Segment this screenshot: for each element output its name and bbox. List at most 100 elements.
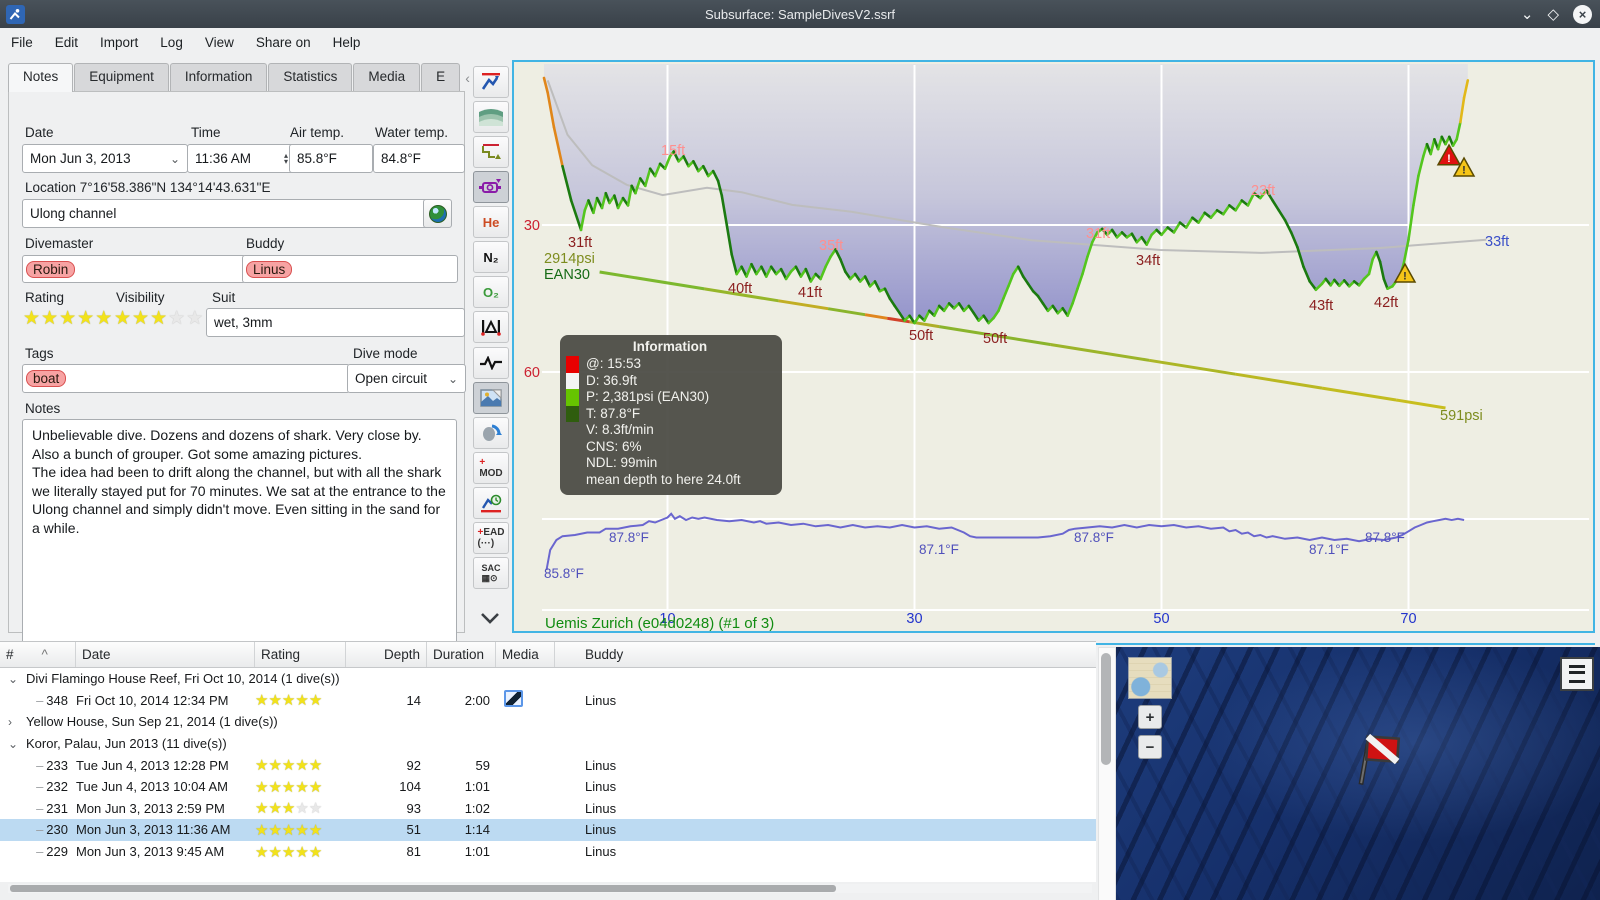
tissues-icon[interactable]: [473, 417, 509, 449]
tab-statistics[interactable]: Statistics: [268, 63, 353, 92]
photos-icon[interactable]: [473, 382, 509, 414]
divemaster-field[interactable]: Robin: [22, 255, 246, 283]
scrollbar-handle[interactable]: [1101, 653, 1111, 765]
expand-icon[interactable]: ›: [8, 715, 20, 729]
column-header-buddy[interactable]: Buddy: [555, 642, 1096, 667]
menu-view[interactable]: View: [194, 30, 245, 55]
collapse-icon[interactable]: ⌄: [8, 672, 20, 686]
column-header-date[interactable]: Date: [76, 642, 255, 667]
tab-information[interactable]: Information: [169, 63, 268, 92]
map-location-button[interactable]: [423, 199, 452, 228]
scroll-down-icon[interactable]: [473, 603, 507, 633]
dive-row-230[interactable]: –230 Mon Jun 3, 2013 11:36 AM ★★★★★ 51 1:14 L…: [0, 819, 1096, 841]
close-button[interactable]: ×: [1573, 4, 1592, 24]
svg-text:!: !: [1462, 165, 1466, 177]
date-combobox[interactable]: Mon Jun 3, 2013 ⌄: [22, 144, 188, 173]
water-temp-label: Water temp.: [375, 125, 449, 140]
map-menu-button[interactable]: [1560, 657, 1594, 691]
star-filled-icon: ★: [281, 757, 296, 775]
tab-media[interactable]: Media: [353, 63, 421, 92]
mini-map-overlay[interactable]: [1128, 657, 1172, 699]
tank-bar-icon[interactable]: [473, 171, 509, 203]
column-header-depth[interactable]: Depth: [346, 642, 427, 667]
dive-row-232[interactable]: –232 Tue Jun 4, 2013 10:04 AM ★★★★★ 104 1:01…: [0, 776, 1096, 798]
tab-notes[interactable]: Notes: [8, 63, 74, 92]
hamburger-icon: [1569, 665, 1585, 683]
water-temp-field[interactable]: 84.8°F: [373, 144, 465, 173]
tab-e[interactable]: E: [421, 63, 461, 92]
sac-rate-icon[interactable]: SAC ▦⊙: [473, 557, 509, 589]
tab-equipment[interactable]: Equipment: [74, 63, 169, 92]
notes-tab-body: Date Time Air temp. Water temp. Mon Jun …: [8, 91, 466, 645]
notes-textarea[interactable]: Unbelievable dive. Dozens and dozens of …: [22, 419, 457, 645]
dive-list-vertical-scrollbar[interactable]: [1098, 647, 1116, 900]
delta-icon[interactable]: [473, 311, 509, 343]
buddy-tag[interactable]: Linus: [246, 260, 293, 278]
scrollbar-handle[interactable]: [10, 885, 836, 892]
dive-row-231[interactable]: –231 Mon Jun 3, 2013 2:59 PM ★★★★★ 93 1:02 Li…: [0, 798, 1096, 820]
dive-computer-name: Uemis Zurich (e04d0248) (#1 of 3): [545, 615, 774, 631]
dive-flag-marker[interactable]: [1351, 730, 1409, 797]
star-empty-icon: ★: [186, 308, 205, 329]
spinner-arrows-icon[interactable]: ▴ ▾: [284, 151, 288, 165]
nitrogen-icon[interactable]: N₂: [473, 241, 509, 273]
menu-edit[interactable]: Edit: [44, 30, 89, 55]
air-temp-field[interactable]: 85.8°F: [289, 144, 373, 173]
window-title: Subsurface: SampleDivesV2.ssrf: [704, 6, 896, 22]
column-header-duration[interactable]: Duration: [427, 642, 496, 667]
dive-row-229[interactable]: –229 Mon Jun 3, 2013 9:45 AM ★★★★★ 81 1:01 Li…: [0, 841, 1096, 863]
dc-ceiling-icon[interactable]: [473, 136, 509, 168]
dive-row-233[interactable]: –233 Tue Jun 4, 2013 12:28 PM ★★★★★ 92 59 Lin…: [0, 754, 1096, 776]
window-controls: ⌄ ◇ ×: [1521, 0, 1592, 28]
trip-label: Yellow House, Sun Sep 21, 2014 (1 dive(s…: [26, 714, 278, 730]
map-zoom-in-button[interactable]: +: [1138, 705, 1162, 729]
star-filled-icon: ★: [255, 692, 269, 710]
location-field[interactable]: Ulong channel: [22, 199, 432, 228]
tag-pill[interactable]: boat: [26, 370, 67, 387]
mod-icon[interactable]: + MOD: [473, 452, 509, 484]
minimize-button[interactable]: ⌄: [1521, 7, 1534, 22]
maximize-button[interactable]: ◇: [1547, 7, 1559, 22]
column-header-media[interactable]: Media: [496, 642, 555, 667]
rating-stars[interactable]: ★★★★★: [23, 307, 113, 330]
divemaster-tag[interactable]: Robin: [26, 260, 76, 278]
menu-file[interactable]: File: [0, 30, 44, 55]
svg-text:43ft: 43ft: [1309, 298, 1333, 314]
dive-site-map[interactable]: + −: [1116, 647, 1600, 900]
media-photo-icon[interactable]: [504, 690, 523, 708]
dive-row-348[interactable]: –348 Fri Oct 10, 2014 12:34 PM ★★★★★ 14 2:00…: [0, 690, 1096, 712]
heliox-icon[interactable]: He: [473, 206, 509, 238]
deco-time-icon[interactable]: [473, 487, 509, 519]
ead-icon[interactable]: +EAD (···): [473, 522, 509, 554]
tags-field[interactable]: boat: [22, 364, 350, 393]
info-row: D: 36.9ft: [566, 372, 774, 389]
dive-list-horizontal-scrollbar[interactable]: [8, 884, 1092, 893]
menu-help[interactable]: Help: [322, 30, 372, 55]
visibility-stars[interactable]: ★★★★★: [114, 307, 204, 330]
oxygen-icon[interactable]: O₂: [473, 276, 509, 308]
star-filled-icon: ★: [281, 778, 296, 796]
menu-import[interactable]: Import: [89, 30, 149, 55]
profile-toolbar: He N₂ O₂ + MOD +EAD (···) SAC ▦⊙: [468, 60, 512, 635]
trip-row[interactable]: › Yellow House, Sun Sep 21, 2014 (1 dive(…: [0, 711, 1096, 733]
trip-row[interactable]: ⌄ Divi Flamingo House Reef, Fri Oct 10, 2…: [0, 668, 1096, 690]
buddy-field[interactable]: Linus: [242, 255, 458, 283]
date-label: Date: [25, 125, 54, 140]
star-filled-icon: ★: [295, 843, 309, 861]
star-filled-icon: ★: [295, 757, 309, 775]
dive-computer-icon[interactable]: [473, 66, 509, 98]
menu-log[interactable]: Log: [149, 30, 194, 55]
trip-row[interactable]: ⌄ Koror, Palau, Jun 2013 (11 dive(s)): [0, 733, 1096, 755]
time-spinbox[interactable]: 11:36 AM ▴ ▾: [187, 144, 296, 173]
map-zoom-out-button[interactable]: −: [1138, 735, 1162, 759]
dive-mode-combobox[interactable]: Open circuit ⌄: [347, 364, 466, 393]
column-header-rating[interactable]: Rating: [255, 642, 346, 667]
suit-field[interactable]: wet, 3mm: [206, 308, 465, 337]
collapse-icon[interactable]: ⌄: [8, 737, 20, 751]
heart-rate-icon[interactable]: [473, 347, 509, 379]
menu-share-on[interactable]: Share on: [245, 30, 322, 55]
scale-graph-icon[interactable]: [473, 101, 509, 133]
dive-mode-label: Dive mode: [353, 346, 418, 361]
column-header-num[interactable]: # ^: [0, 642, 76, 667]
dive-profile-chart[interactable]: 30 60 10 30 50 70 31ft 2914psi EAN30 15ft 40ft 41ft…: [512, 60, 1595, 633]
